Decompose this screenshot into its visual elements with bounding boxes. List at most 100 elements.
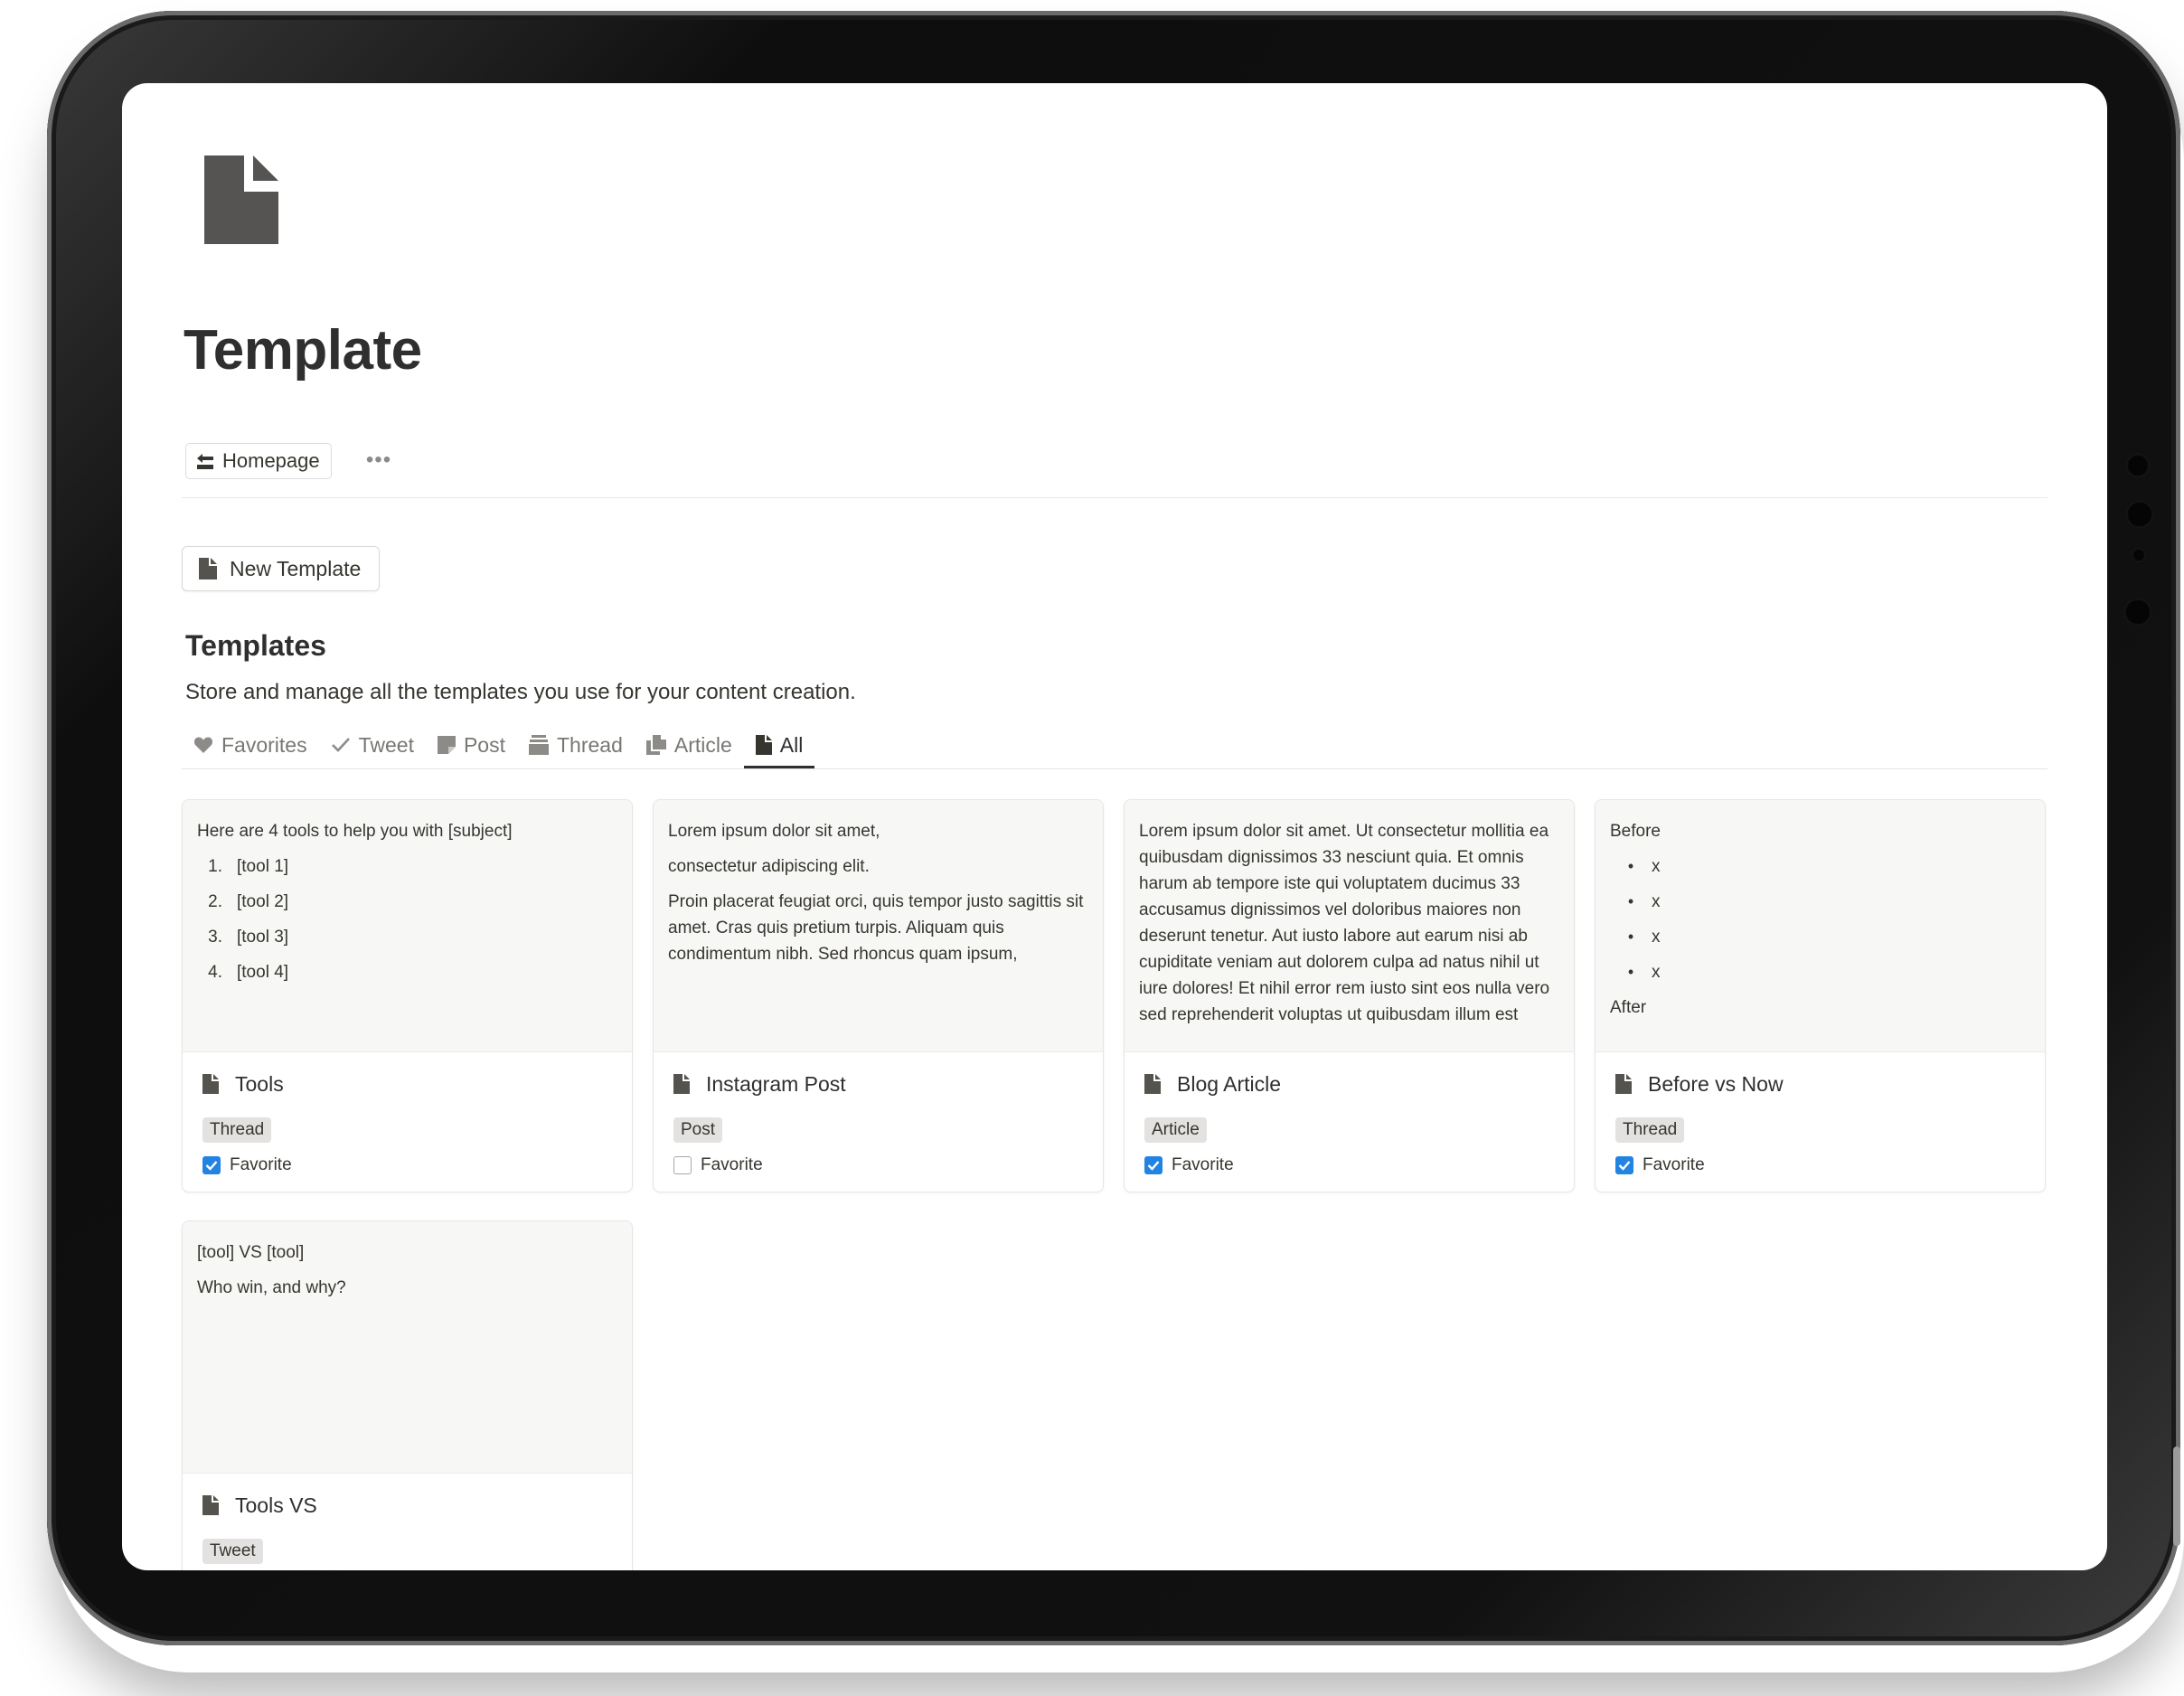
tab-label: Tweet [358,732,414,757]
list-item: • x [1627,963,1661,982]
documents-icon [645,735,666,755]
list-item: 3. [tool 3] [208,928,289,947]
card-preview: Here are 4 tools to help you with [subje… [183,800,632,1052]
list-item: 1. [tool 1] [208,857,289,876]
card-title-text: Tools [235,1071,284,1096]
favorite-label: Favorite [701,1155,763,1174]
tab-thread[interactable]: Thread [517,723,635,767]
card-body: Before vs Now Thread Favorite [1596,1052,2045,1192]
template-card[interactable]: [tool] VS [tool] Who win, and why? Tools… [182,1220,633,1570]
card-preview: [tool] VS [tool] Who win, and why? [183,1221,632,1474]
preview-text: After [1610,998,1647,1017]
heart-icon [193,737,213,753]
favorite-property: Favorite [673,1155,1087,1175]
page-document-icon [204,155,278,244]
document-icon [199,558,217,579]
new-template-button[interactable]: New Template [182,546,381,591]
tab-label: Article [673,732,732,757]
page-title: Template [184,319,422,382]
card-title: Instagram Post [673,1070,1087,1098]
view-tabs: Favorites Tweet Post Thread Article All [182,723,2048,769]
more-options-button[interactable]: ••• [362,443,395,477]
app-screen: Template Homepage ••• New Template Templ… [122,83,2107,1570]
preview-text: Who win, and why? [197,1278,346,1297]
section-description: Store and manage all the templates you u… [185,680,856,704]
tab-post[interactable]: Post [426,723,517,767]
template-card[interactable]: Before • x • x • x • x After Before vs Now T… [1595,799,2046,1192]
card-title-text: Before vs Now [1648,1071,1784,1096]
sensor-icon [2124,598,2151,626]
favorite-label: Favorite [1172,1155,1234,1174]
preview-text: Lorem ipsum dolor sit amet. Ut consectet… [1139,822,1550,1024]
list-item: 2. [tool 2] [208,892,289,911]
card-title: Tools VS [202,1492,616,1519]
side-button [2173,1446,2180,1546]
preview-list: • x • x • x • x [1610,853,2030,985]
document-icon [1615,1074,1632,1094]
category-tag: Tweet [202,1539,263,1564]
card-title-text: Instagram Post [706,1071,846,1096]
card-title: Tools [202,1070,616,1098]
tab-all[interactable]: All [743,723,815,768]
favorite-checkbox[interactable] [1615,1156,1633,1174]
card-body: Tools Thread Favorite [183,1052,632,1192]
preview-text: Before [1610,822,1661,841]
preview-text: [tool] VS [tool] [197,1243,305,1262]
favorite-property: Favorite [1144,1155,1558,1175]
favorite-property: Favorite [1615,1155,2029,1175]
favorite-label: Favorite [1643,1155,1705,1174]
tab-label: Favorites [221,732,307,757]
list-item: 4. [tool 4] [208,963,289,982]
checkmark-icon [1147,1161,1160,1171]
card-title: Before vs Now [1615,1070,2029,1098]
list-item: • x [1627,928,1661,947]
divider [182,497,2048,498]
list-item: • x [1627,857,1661,876]
card-title-text: Blog Article [1177,1071,1282,1096]
back-arrow-icon [197,454,213,469]
favorite-checkbox[interactable] [1144,1156,1163,1174]
card-body: Tools VS Tweet [183,1474,632,1570]
homepage-link-button[interactable]: Homepage [185,443,332,479]
tab-article[interactable]: Article [635,723,744,767]
tab-label: All [779,732,804,757]
document-icon [1144,1074,1161,1094]
preview-text: consectetur adipiscing elit. [668,857,870,876]
card-body: Instagram Post Post Favorite [654,1052,1103,1192]
favorite-checkbox[interactable] [673,1156,692,1174]
card-title: Blog Article [1144,1070,1558,1098]
check-icon [331,738,350,752]
document-icon [202,1074,219,1094]
card-preview: Lorem ipsum dolor sit amet, consectetur … [654,800,1103,1052]
document-icon [673,1074,690,1094]
sensor-icon [2132,548,2146,562]
template-card[interactable]: Lorem ipsum dolor sit amet. Ut consectet… [1124,799,1575,1192]
sensor-icon [2126,501,2153,528]
tab-label: Post [463,732,505,757]
favorite-property: Favorite [202,1155,616,1175]
section-title: Templates [185,629,326,662]
card-title-text: Tools VS [235,1493,317,1517]
note-icon [437,736,456,754]
document-icon [755,735,772,755]
tab-label: Thread [557,732,623,757]
preview-list: 1. [tool 1] 2. [tool 2] 3. [tool 3] 4. [tool… [197,853,617,985]
card-body: Blog Article Article Favorite [1125,1052,1574,1192]
checkmark-icon [1618,1161,1631,1171]
stack-icon [529,735,549,755]
favorite-checkbox[interactable] [202,1156,221,1174]
homepage-label: Homepage [222,449,320,472]
camera-icon [2126,454,2150,477]
document-icon [202,1495,219,1515]
preview-text: Here are 4 tools to help you with [subje… [197,822,513,841]
preview-text: Proin placerat feugiat orci, quis tempor… [668,892,1084,964]
template-card[interactable]: Here are 4 tools to help you with [subje… [182,799,633,1192]
checkmark-icon [205,1161,218,1171]
tab-tweet[interactable]: Tweet [319,723,426,767]
favorite-label: Favorite [230,1155,292,1174]
list-item: • x [1627,892,1661,911]
tab-favorites[interactable]: Favorites [182,723,319,767]
category-tag: Post [673,1117,723,1143]
template-card[interactable]: Lorem ipsum dolor sit amet, consectetur … [653,799,1104,1192]
category-tag: Article [1144,1117,1207,1143]
